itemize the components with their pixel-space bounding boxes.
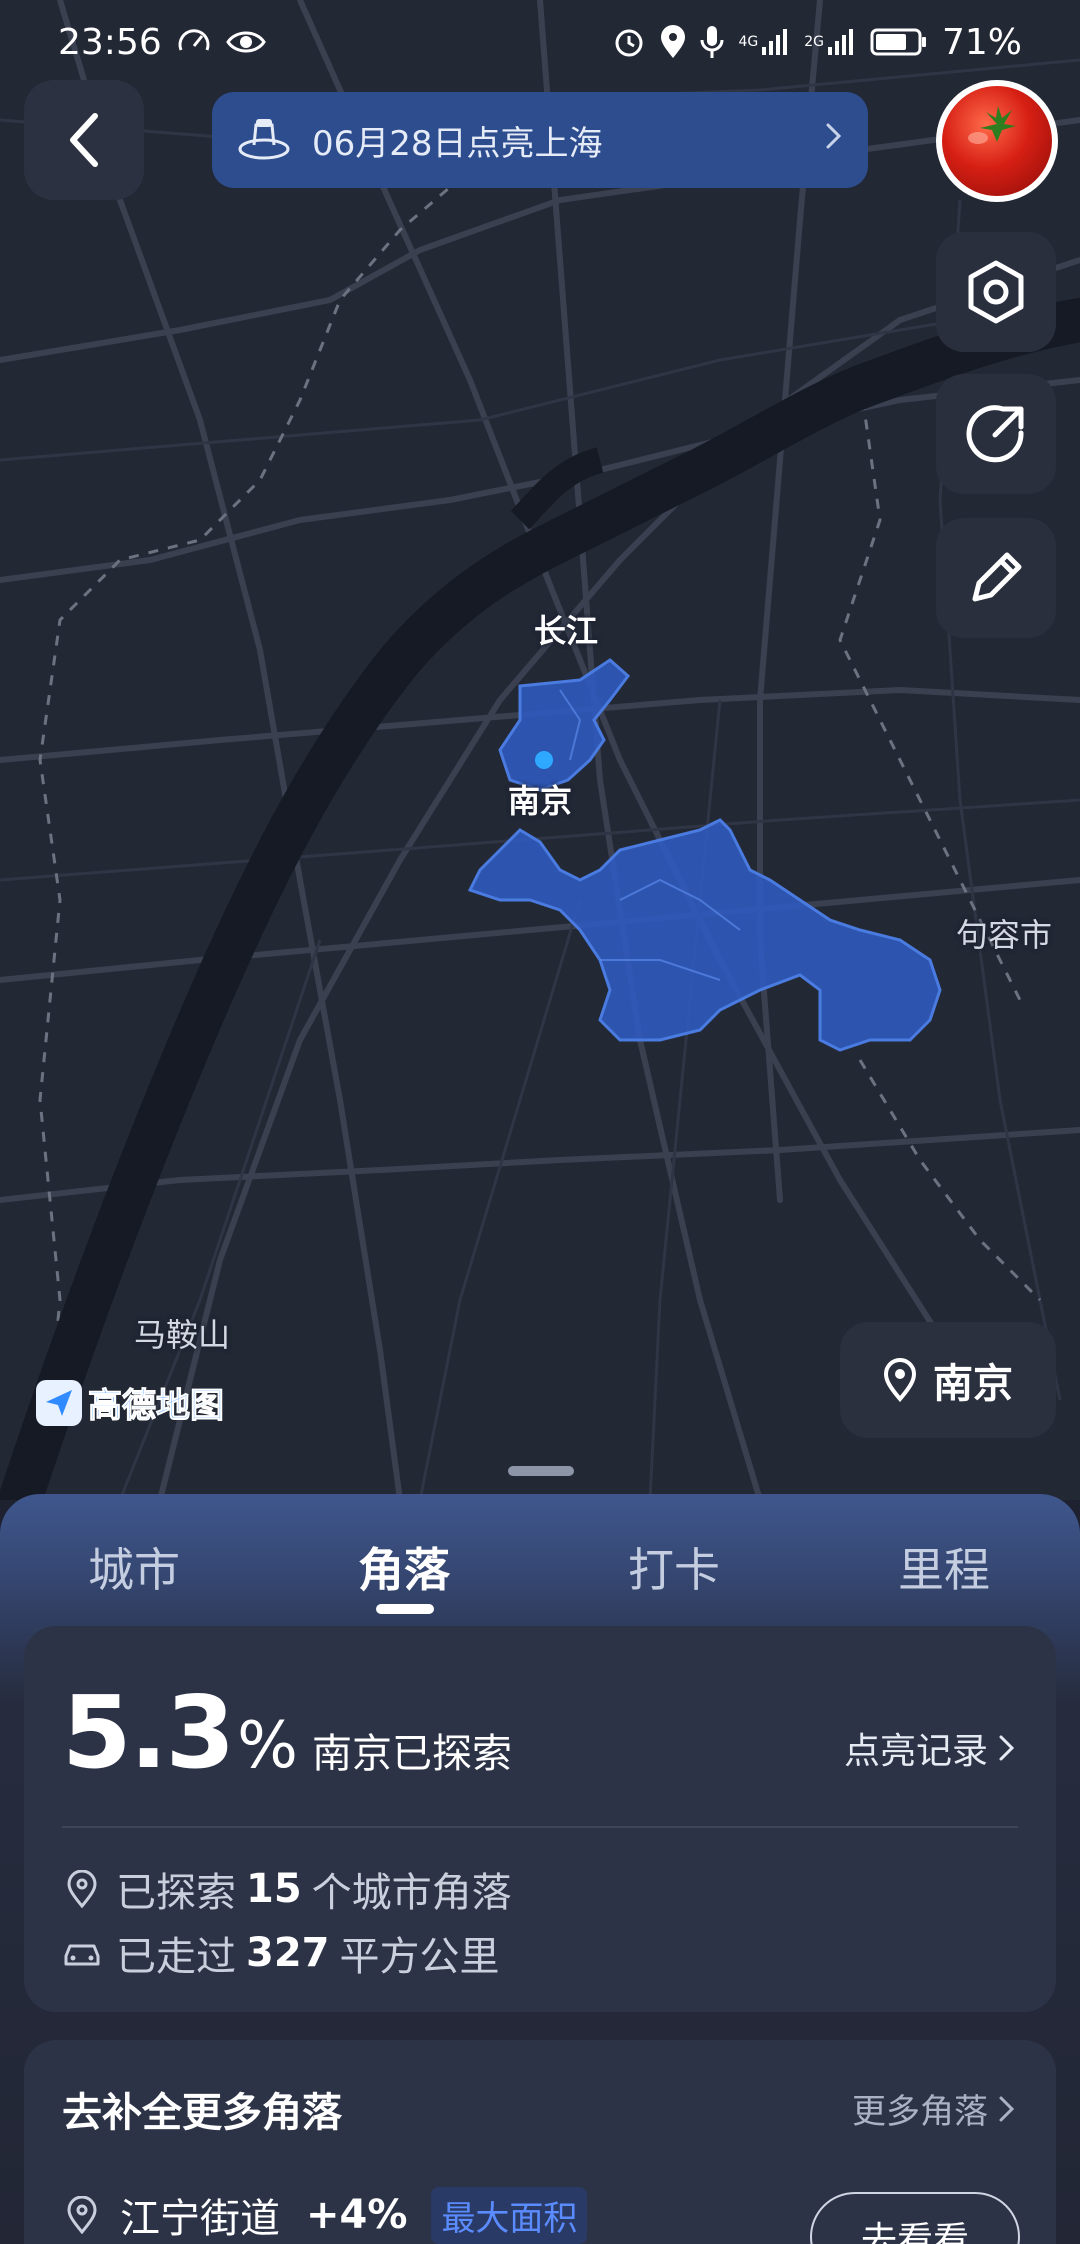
- sheet-drag-handle[interactable]: [508, 1466, 574, 1476]
- map-view[interactable]: [0, 0, 1080, 1500]
- active-tab-indicator: [376, 1604, 434, 1614]
- location-pin-icon: [62, 1870, 102, 1908]
- map-label-nanjing: 南京: [508, 782, 573, 820]
- signal-4g-icon: 4G: [738, 27, 790, 57]
- location-pin-icon: [660, 25, 686, 59]
- tomato-avatar-image: [942, 86, 1052, 196]
- more-corners-title: 去补全更多角落: [62, 2090, 342, 2136]
- banner-text: 06月28日点亮上海: [312, 123, 603, 164]
- city-selector-button[interactable]: 南京: [840, 1322, 1056, 1438]
- chevron-right-icon: [824, 120, 844, 160]
- achievement-banner[interactable]: 06月28日点亮上海: [212, 92, 868, 188]
- car-icon: [62, 1938, 102, 1968]
- tab-checkin[interactable]: 打卡: [628, 1534, 720, 1600]
- walked-area-stat: 已走过 327 平方公里: [62, 1924, 500, 1982]
- tab-mileage[interactable]: 里程: [898, 1534, 990, 1600]
- explored-percent: 5.3 % 南京已探索: [62, 1674, 512, 1791]
- eye-icon: [225, 27, 266, 57]
- divider: [62, 1826, 1018, 1828]
- amap-logo: 高德地图: [36, 1378, 225, 1427]
- location-pin-icon: [883, 1358, 917, 1402]
- location-dot: [535, 751, 553, 769]
- explored-label: 南京已探索: [311, 1731, 512, 1777]
- hexagon-settings-icon: [968, 260, 1024, 324]
- corner-list-item[interactable]: 江宁街道 +4% 最大面积: [62, 2186, 588, 2244]
- pencil-icon: [972, 552, 1022, 602]
- back-button[interactable]: [24, 80, 144, 200]
- corner-tag: 最大面积: [431, 2186, 588, 2244]
- share-button[interactable]: [936, 374, 1056, 494]
- explored-corners-stat: 已探索 15 个城市角落: [62, 1860, 512, 1918]
- speedometer-icon: [176, 24, 212, 60]
- microphone-icon: [700, 25, 724, 59]
- battery-percent: 71%: [941, 21, 1022, 63]
- chevron-right-icon: [999, 2096, 1015, 2121]
- footprint-icon: [236, 115, 292, 165]
- signal-2g-icon: 2G: [804, 27, 856, 57]
- tab-bar: 城市 角落 打卡 里程: [0, 1494, 1080, 1634]
- map-label-maanshan: 马鞍山: [134, 1316, 231, 1354]
- status-time: 23:56: [58, 21, 162, 63]
- corner-gain: +4%: [306, 2192, 408, 2238]
- amap-logo-icon: [36, 1379, 82, 1426]
- tab-corner[interactable]: 角落: [358, 1534, 450, 1600]
- map-label-jurong: 句容市: [956, 916, 1053, 954]
- chevron-left-icon: [70, 113, 98, 167]
- more-corners-link[interactable]: 更多角落: [852, 2084, 1016, 2133]
- tab-city[interactable]: 城市: [88, 1534, 180, 1600]
- share-icon: [966, 405, 1024, 463]
- corner-name: 江宁街道: [120, 2196, 280, 2242]
- avatar[interactable]: [936, 80, 1058, 202]
- light-record-link[interactable]: 点亮记录: [844, 1722, 1016, 1774]
- location-pin-icon: [62, 2196, 102, 2234]
- settings-button[interactable]: [936, 232, 1056, 352]
- battery-icon: [870, 27, 928, 57]
- more-corners-card: 去补全更多角落 更多角落 江宁街道 +4% 最大面积 去看看: [24, 2040, 1056, 2244]
- edit-button[interactable]: [936, 518, 1056, 638]
- bottom-sheet: 城市 角落 打卡 里程 5.3 % 南京已探索 点亮记录 已探索 15 个城市角…: [0, 1494, 1080, 2244]
- go-see-button[interactable]: 去看看: [810, 2192, 1020, 2244]
- map-label-yangtze: 长江: [534, 612, 599, 650]
- map-canvas: [0, 0, 1080, 1500]
- alarm-icon: [612, 25, 646, 59]
- chevron-right-icon: [999, 1735, 1015, 1761]
- status-bar: 23:56 4G 2G 71%: [0, 0, 1080, 84]
- exploration-summary-card: 5.3 % 南京已探索 点亮记录 已探索 15 个城市角落 已走过 327 平方…: [24, 1626, 1056, 2012]
